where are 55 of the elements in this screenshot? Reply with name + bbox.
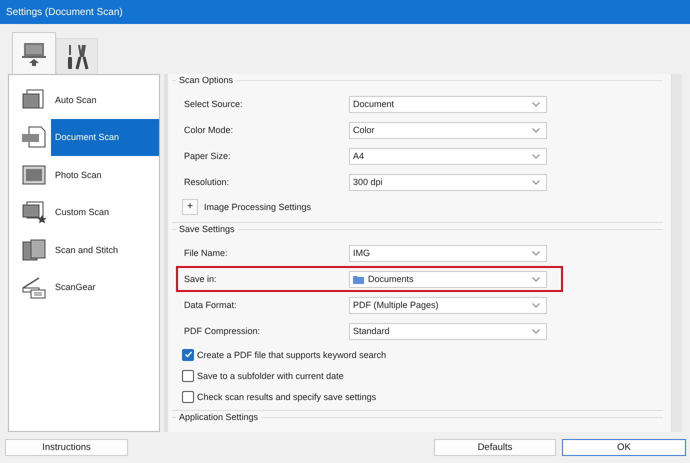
- field-label: File Name:: [184, 248, 229, 258]
- field-label: Color Mode:: [184, 125, 234, 135]
- ok-button[interactable]: OK: [562, 439, 686, 456]
- folder-icon: [353, 274, 364, 284]
- chevron-icon: [532, 102, 540, 106]
- dropdown[interactable]: 300 dpi: [349, 174, 547, 190]
- dialog-button[interactable]: Instructions: [5, 439, 128, 456]
- dropdown[interactable]: Color: [349, 122, 547, 138]
- dropdown[interactable]: Document: [349, 96, 547, 112]
- checkbox[interactable]: [182, 370, 194, 382]
- sidebar-item[interactable]: Scan and Stitch: [51, 231, 159, 268]
- field-label: Data Format:: [184, 300, 238, 310]
- scanner-icon: [21, 275, 47, 300]
- scrollbar[interactable]: [671, 74, 682, 432]
- chevron-icon: [532, 154, 540, 158]
- stitch-icon: [21, 238, 47, 262]
- dropdown[interactable]: PDF (Multiple Pages): [349, 296, 547, 314]
- tab[interactable]: [12, 32, 56, 74]
- window-title: Settings (Document Scan): [6, 6, 123, 18]
- scan-star-icon: [21, 200, 47, 224]
- expand-button[interactable]: +: [182, 199, 198, 215]
- dropdown[interactable]: Documents: [349, 270, 547, 288]
- chevron-icon: [532, 328, 540, 334]
- dropdown[interactable]: Standard: [349, 322, 547, 340]
- chevron-icon: [532, 128, 540, 132]
- chevron-icon: [532, 180, 540, 184]
- dropdown[interactable]: A4: [349, 148, 547, 164]
- field-label: Select Source:: [184, 99, 244, 109]
- sidebar-item[interactable]: Photo Scan: [51, 156, 159, 194]
- sidebar-item[interactable]: Document Scan: [51, 118, 159, 156]
- computer-icon: [21, 40, 47, 66]
- field-label: Resolution:: [184, 177, 230, 187]
- field-label: Save in:: [184, 274, 218, 284]
- checkbox-label: Check scan results and specify save settings: [197, 392, 376, 402]
- pdf-document-icon: [21, 125, 47, 150]
- sidebar-item[interactable]: ScanGear: [51, 268, 159, 306]
- chevron-icon: [532, 276, 540, 282]
- checkbox[interactable]: [182, 348, 194, 360]
- chevron-icon: [532, 302, 540, 308]
- field-label: Paper Size:: [184, 151, 232, 161]
- sidebar-item[interactable]: Custom Scan: [51, 194, 159, 231]
- group-title: Scan Options: [176, 75, 236, 85]
- photo-icon: [21, 162, 47, 187]
- dropdown[interactable]: IMG: [349, 244, 547, 262]
- checkbox[interactable]: [182, 390, 194, 402]
- group-title: Save Settings: [176, 224, 238, 234]
- sidebar-item[interactable]: Auto Scan: [51, 81, 159, 118]
- chevron-icon: [532, 250, 540, 256]
- field-label: PDF Compression:: [184, 326, 262, 336]
- expander-label: Image Processing Settings: [204, 202, 312, 212]
- tab[interactable]: [56, 38, 98, 74]
- group-title: Application Settings: [176, 412, 262, 422]
- dialog-button[interactable]: Defaults: [434, 439, 556, 456]
- checkbox-label: Save to a subfolder with current date: [197, 370, 344, 380]
- checkbox-label: Create a PDF file that supports keyword search: [197, 350, 386, 360]
